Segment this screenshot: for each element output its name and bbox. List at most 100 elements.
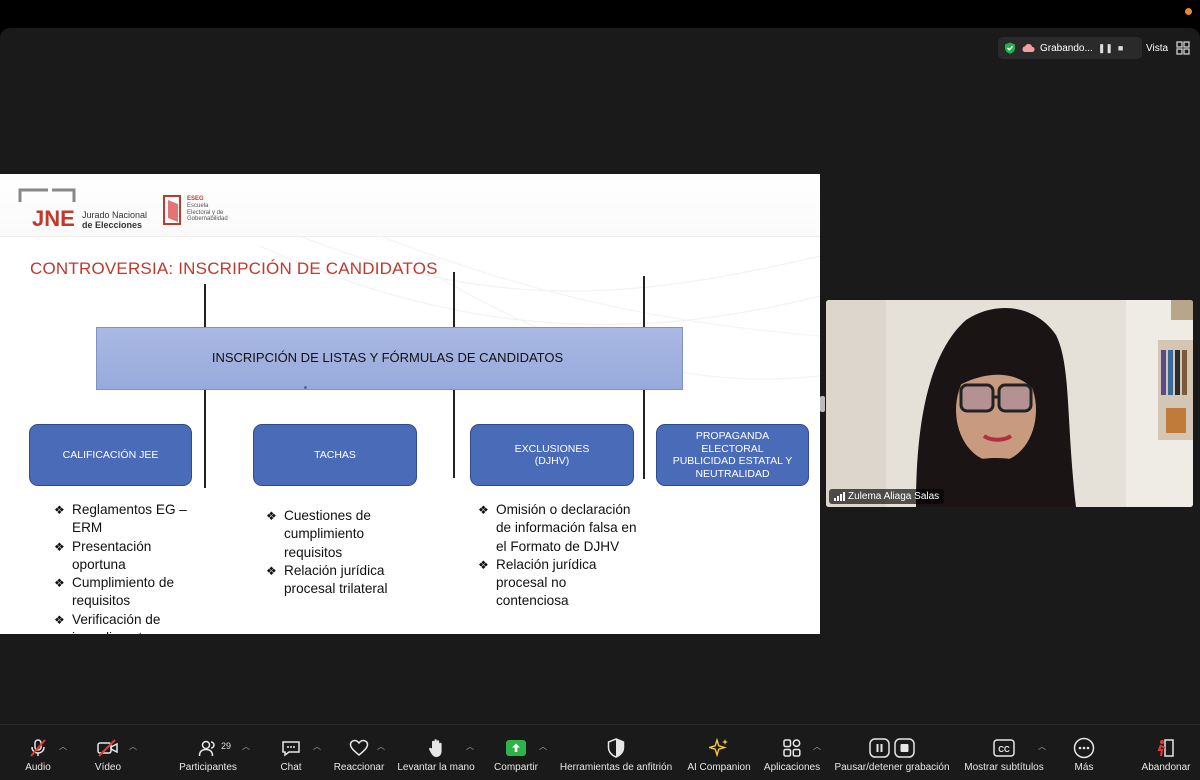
category-exclusiones: EXCLUSIONES (DJHV)	[470, 424, 634, 486]
eseg-line3: Electoral y de	[187, 209, 224, 216]
leave-button[interactable]: Abandonar	[1140, 725, 1192, 780]
leave-door-icon	[1154, 738, 1178, 758]
recording-label: Grabando...	[1040, 42, 1093, 54]
apps-icon	[780, 738, 804, 758]
eseg-logo-text: ESEG Escuela Electoral y de Gobernabilid…	[187, 196, 247, 223]
chat-options-chevron-icon[interactable]: ︿	[313, 741, 321, 752]
bullet-list-calificacion: Reglamentos EG – ERM Presentación oportu…	[54, 501, 204, 634]
jne-logo: JNE	[18, 188, 76, 228]
shared-screen-slide: JNE Jurado Nacional de Elecciones ESEG E…	[0, 174, 820, 634]
chat-button[interactable]: Chat	[276, 725, 306, 780]
category-label: TACHAS	[314, 448, 356, 461]
pause-recording-icon[interactable]: ❚❚	[1098, 43, 1113, 54]
recording-indicator[interactable]: Grabando... ❚❚ ■	[998, 37, 1142, 59]
participant-name-tag: Zulema Aliaga Salas	[829, 489, 945, 504]
heart-icon	[347, 738, 371, 758]
share-label: Compartir	[494, 762, 538, 773]
chat-icon	[279, 738, 303, 758]
audio-options-chevron-icon[interactable]: ︿	[59, 741, 67, 752]
raise-hand-label: Levantar la mano	[397, 762, 475, 773]
audio-button[interactable]: Audio	[22, 725, 54, 780]
participant-video[interactable]: Zulema Aliaga Salas	[826, 300, 1193, 507]
apps-label: Aplicaciones	[763, 762, 821, 773]
category-label-line: PROPAGANDA	[695, 430, 770, 442]
participant-name: Zulema Aliaga Salas	[848, 491, 940, 502]
leave-label: Abandonar	[1141, 762, 1191, 773]
bullet-item: Omisión o declaración de información fal…	[478, 501, 638, 556]
record-controls-icon	[869, 738, 915, 758]
bullet-list-exclusiones: Omisión o declaración de información fal…	[478, 501, 638, 611]
view-button[interactable]: Vista	[1146, 37, 1190, 59]
svg-text:JNE: JNE	[32, 206, 75, 228]
main-topic-label: INSCRIPCIÓN DE LISTAS Y FÓRMULAS DE CAND…	[211, 350, 564, 365]
bullet-item: Verificación de impedimentos	[54, 611, 204, 634]
participants-button[interactable]: Participantes	[178, 725, 238, 780]
mic-muted-icon	[26, 738, 50, 758]
window-status-dot	[1185, 8, 1192, 15]
sparkle-icon	[707, 738, 731, 758]
more-label: Más	[1074, 762, 1094, 773]
closed-captions-icon: CC	[992, 738, 1016, 758]
participants-count: 29	[221, 741, 232, 751]
hand-icon	[424, 738, 448, 758]
meeting-toolbar: Audio ︿ Vídeo ︿ Participantes 29 ︿ Chat …	[0, 724, 1200, 780]
security-shield-icon	[1005, 42, 1015, 54]
category-propaganda: PROPAGANDA ELECTORAL PUBLICIDAD ESTATAL …	[656, 424, 809, 486]
video-label: Vídeo	[94, 762, 122, 773]
bullet-list-tachas: Cuestiones de cumplimiento requisitos Re…	[266, 507, 396, 598]
panel-resize-handle[interactable]	[820, 396, 825, 412]
more-button[interactable]: Más	[1068, 725, 1100, 780]
svg-text:CC: CC	[998, 745, 1010, 754]
share-options-chevron-icon[interactable]: ︿	[539, 741, 547, 752]
react-options-chevron-icon[interactable]: ︿	[377, 741, 385, 752]
captions-options-chevron-icon[interactable]: ︿	[1038, 741, 1046, 752]
raise-hand-button[interactable]: Levantar la mano	[396, 725, 476, 780]
view-label: Vista	[1146, 42, 1169, 54]
bullet-item: Reglamentos EG – ERM	[54, 501, 204, 538]
react-button[interactable]: Reaccionar	[332, 725, 386, 780]
eseg-line4: Gobernabilidad	[187, 216, 228, 223]
ai-companion-label: AI Companion	[687, 762, 751, 773]
jne-logo-text: Jurado Nacional de Elecciones	[82, 210, 147, 230]
bullet-item: Presentación oportuna	[54, 538, 204, 575]
apps-button[interactable]: Aplicaciones	[762, 725, 822, 780]
more-dots-icon	[1072, 737, 1096, 759]
category-label-line: PUBLICIDAD ESTATAL Y	[672, 455, 793, 467]
grid-view-icon	[1176, 41, 1190, 55]
video-options-chevron-icon[interactable]: ︿	[129, 741, 137, 752]
raise-hand-options-chevron-icon[interactable]: ︿	[466, 741, 474, 752]
audio-label: Audio	[25, 762, 51, 773]
apps-options-chevron-icon[interactable]: ︿	[813, 741, 821, 752]
react-label: Reaccionar	[333, 762, 385, 773]
eseg-logo	[163, 195, 181, 225]
category-label-line: ELECTORAL	[701, 442, 764, 455]
slide-header: JNE Jurado Nacional de Elecciones ESEG E…	[0, 174, 820, 237]
bullet-item: Relación jurídica procesal trilateral	[266, 562, 396, 599]
host-shield-icon	[604, 738, 628, 758]
cloud-icon	[1022, 44, 1035, 52]
category-label-line: NEUTRALIDAD	[695, 467, 770, 480]
category-label: PROPAGANDA ELECTORAL PUBLICIDAD ESTATAL …	[673, 430, 793, 480]
share-button[interactable]: Compartir	[493, 725, 539, 780]
category-label: EXCLUSIONES (DJHV)	[515, 443, 590, 468]
captions-button[interactable]: CC Mostrar subtítulos	[962, 725, 1046, 780]
category-label: CALIFICACIÓN JEE	[62, 448, 159, 461]
participants-options-chevron-icon[interactable]: ︿	[242, 741, 250, 752]
video-button[interactable]: Vídeo	[92, 725, 124, 780]
category-calificacion-jee: CALIFICACIÓN JEE	[29, 424, 192, 486]
participant-video-frame	[826, 300, 1193, 507]
eseg-line2: Escuela	[187, 202, 209, 209]
captions-label: Mostrar subtítulos	[964, 762, 1044, 773]
host-tools-button[interactable]: Herramientas de anfitrión	[558, 725, 674, 780]
ai-companion-button[interactable]: AI Companion	[686, 725, 752, 780]
stop-recording-icon[interactable]: ■	[1118, 43, 1123, 53]
pause-stop-recording-button[interactable]: Pausar/detener grabación	[834, 725, 950, 780]
bullet-item: Cuestiones de cumplimiento requisitos	[266, 507, 396, 562]
participants-icon	[196, 738, 220, 758]
bullet-item: Cumplimiento de requisitos	[54, 574, 204, 611]
jne-line1: Jurado Nacional	[82, 210, 148, 220]
camera-off-icon	[96, 738, 120, 758]
category-tachas: TACHAS	[253, 424, 417, 486]
category-label-line: EXCLUSIONES	[514, 442, 590, 455]
bullet-item: Relación jurídica procesal no contencios…	[478, 556, 638, 611]
